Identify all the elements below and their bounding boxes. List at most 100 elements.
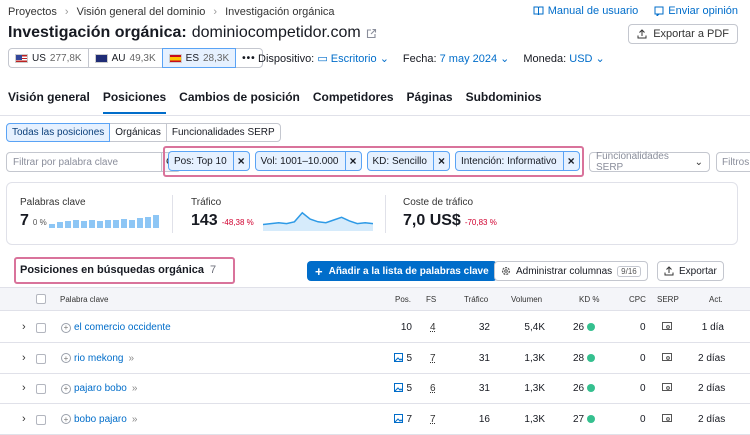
metric-traffic-value: 143 — [191, 212, 218, 229]
row-checkbox[interactable] — [36, 414, 46, 425]
add-circle-icon[interactable]: + — [61, 353, 71, 363]
feedback-icon — [654, 6, 664, 16]
tab-subdomains[interactable]: Subdominios — [466, 90, 542, 114]
filter-chip-position[interactable]: Pos: Top 10 × — [168, 151, 250, 171]
breadcrumb-projects[interactable]: Proyectos — [8, 6, 57, 18]
metric-traffic: Tráfico 143 -48,38 % — [191, 197, 254, 230]
trend-bar — [65, 221, 71, 228]
trend-bar — [137, 218, 143, 228]
expand-row-icon[interactable]: › — [22, 352, 26, 364]
serp-features-count[interactable]: 6 — [430, 383, 436, 394]
tab-overview[interactable]: Visión general — [8, 90, 90, 114]
col-kd[interactable]: KD % — [579, 295, 599, 304]
filter-chip-volume[interactable]: Vol: 1001–10.000 × — [254, 151, 362, 171]
traffic-value: 32 — [478, 322, 490, 333]
metric-traffic-cost: Coste de tráfico 7,0 US$ -70,83 % — [403, 197, 497, 230]
serp-preview-icon[interactable] — [662, 413, 672, 426]
export-pdf-button[interactable]: Exportar a PDF — [628, 24, 738, 44]
close-icon[interactable]: × — [344, 152, 361, 170]
tab-pages[interactable]: Páginas — [407, 90, 453, 114]
subtab-organic[interactable]: Orgánicas — [109, 123, 167, 142]
external-link-icon[interactable] — [366, 28, 377, 39]
volume-value: 1,3K — [524, 413, 545, 425]
plus-icon: + — [315, 263, 323, 279]
keyword-link[interactable]: + bobo pajaro » — [61, 414, 137, 425]
close-icon[interactable]: × — [232, 152, 249, 170]
keyword-link[interactable]: + rio mekong » — [61, 353, 134, 364]
row-checkbox[interactable] — [36, 353, 46, 364]
expand-row-icon[interactable]: › — [22, 413, 26, 425]
col-keyword[interactable]: Palabra clave — [60, 295, 108, 304]
database-us[interactable]: US 277,8K — [8, 48, 89, 68]
position-value: 10 — [400, 322, 412, 333]
serp-features-count[interactable]: 4 — [430, 322, 436, 333]
keyword-filter-input[interactable]: Filtrar por palabra clave — [6, 152, 162, 172]
subtab-all-positions[interactable]: Todas las posiciones — [6, 123, 111, 142]
keyword-link[interactable]: + pajaro bobo » — [61, 383, 137, 394]
tab-positions[interactable]: Posiciones — [102, 90, 167, 114]
double-chevron-icon[interactable]: » — [132, 414, 138, 425]
more-filters-dropdown[interactable]: Filtros — [716, 152, 750, 172]
tab-position-changes[interactable]: Cambios de posición — [179, 90, 300, 114]
keywords-trend-bars — [49, 214, 159, 228]
serp-features-label: Funcionalidades SERP — [596, 151, 669, 173]
serp-features-count[interactable]: 7 — [430, 353, 436, 364]
send-feedback-link[interactable]: Enviar opinión — [654, 5, 738, 17]
col-volume[interactable]: Volumen — [511, 295, 542, 304]
expand-row-icon[interactable]: › — [22, 321, 26, 333]
add-circle-icon[interactable]: + — [61, 383, 71, 394]
filter-chip-intent[interactable]: Intención: Informativo × — [454, 151, 580, 171]
columns-count-badge: 9/16 — [617, 265, 641, 277]
database-au[interactable]: AU 49,3K — [87, 48, 163, 68]
add-circle-icon[interactable]: + — [61, 322, 71, 333]
double-chevron-icon[interactable]: » — [128, 353, 134, 364]
breadcrumb-domain-overview[interactable]: Visión general del dominio — [77, 6, 206, 18]
trend-bar — [97, 221, 103, 228]
col-cpc[interactable]: CPC — [629, 295, 646, 304]
cpc-value: 0 — [640, 413, 646, 425]
close-icon[interactable]: × — [432, 152, 449, 170]
metric-cost-value: 7,0 US$ — [403, 212, 461, 229]
serp-preview-icon[interactable] — [662, 352, 672, 365]
device-selector[interactable]: Dispositivo: ▭ Escritorio ⌄ — [258, 52, 389, 65]
active-filters: Pos: Top 10 × Vol: 1001–10.000 × KD: Sen… — [168, 151, 580, 171]
serp-features-dropdown[interactable]: Funcionalidades SERP ⌄ — [589, 151, 710, 173]
chevron-down-icon: ⌄ — [595, 53, 605, 65]
row-checkbox[interactable] — [36, 384, 46, 394]
tab-competitors[interactable]: Competidores — [313, 90, 394, 114]
export-button[interactable]: Exportar — [657, 261, 724, 281]
currency-selector[interactable]: Moneda: USD ⌄ — [523, 52, 604, 65]
cpc-value: 0 — [640, 383, 646, 394]
keyword-text: pajaro bobo — [74, 383, 127, 394]
col-position[interactable]: Pos. — [395, 295, 411, 304]
user-manual-link[interactable]: Manual de usuario — [533, 5, 638, 17]
manage-columns-button[interactable]: Administrar columnas 9/16 — [494, 261, 648, 281]
expand-row-icon[interactable]: › — [22, 382, 26, 394]
database-es[interactable]: ES 28,3K — [161, 48, 237, 68]
row-checkbox[interactable] — [36, 323, 46, 333]
add-to-keyword-list-button[interactable]: + Añadir a la lista de palabras clave — [307, 261, 497, 281]
col-traffic[interactable]: Tráfico — [464, 295, 488, 304]
section-count: 7 — [210, 264, 217, 276]
add-circle-icon[interactable]: + — [61, 414, 71, 424]
serp-preview-icon[interactable] — [662, 383, 672, 395]
traffic-value: 31 — [478, 383, 490, 394]
device-label: Dispositivo: — [258, 53, 315, 65]
col-updated[interactable]: Act. — [709, 295, 723, 304]
col-features[interactable]: FS — [426, 295, 436, 304]
export-icon — [664, 266, 674, 276]
col-serp: SERP — [657, 295, 679, 304]
double-chevron-icon[interactable]: » — [132, 383, 138, 394]
serp-features-count[interactable]: 7 — [430, 414, 436, 425]
close-icon[interactable]: × — [562, 152, 579, 170]
serp-preview-icon[interactable] — [662, 322, 672, 334]
table-row: › + el comercio occidente 10 4 32 5,4K 26 0 1 día — [0, 313, 750, 343]
database-count: 277,8K — [49, 52, 82, 64]
date-selector[interactable]: Fecha: 7 may 2024 ⌄ — [403, 52, 509, 65]
database-count: 28,3K — [203, 52, 230, 64]
filter-chip-kd[interactable]: KD: Sencillo × — [366, 151, 450, 171]
keyword-link[interactable]: + el comercio occidente — [61, 322, 171, 333]
tab-divider — [0, 115, 750, 116]
select-all-checkbox[interactable] — [36, 294, 46, 304]
subtab-serp-features[interactable]: Funcionalidades SERP — [165, 123, 281, 142]
